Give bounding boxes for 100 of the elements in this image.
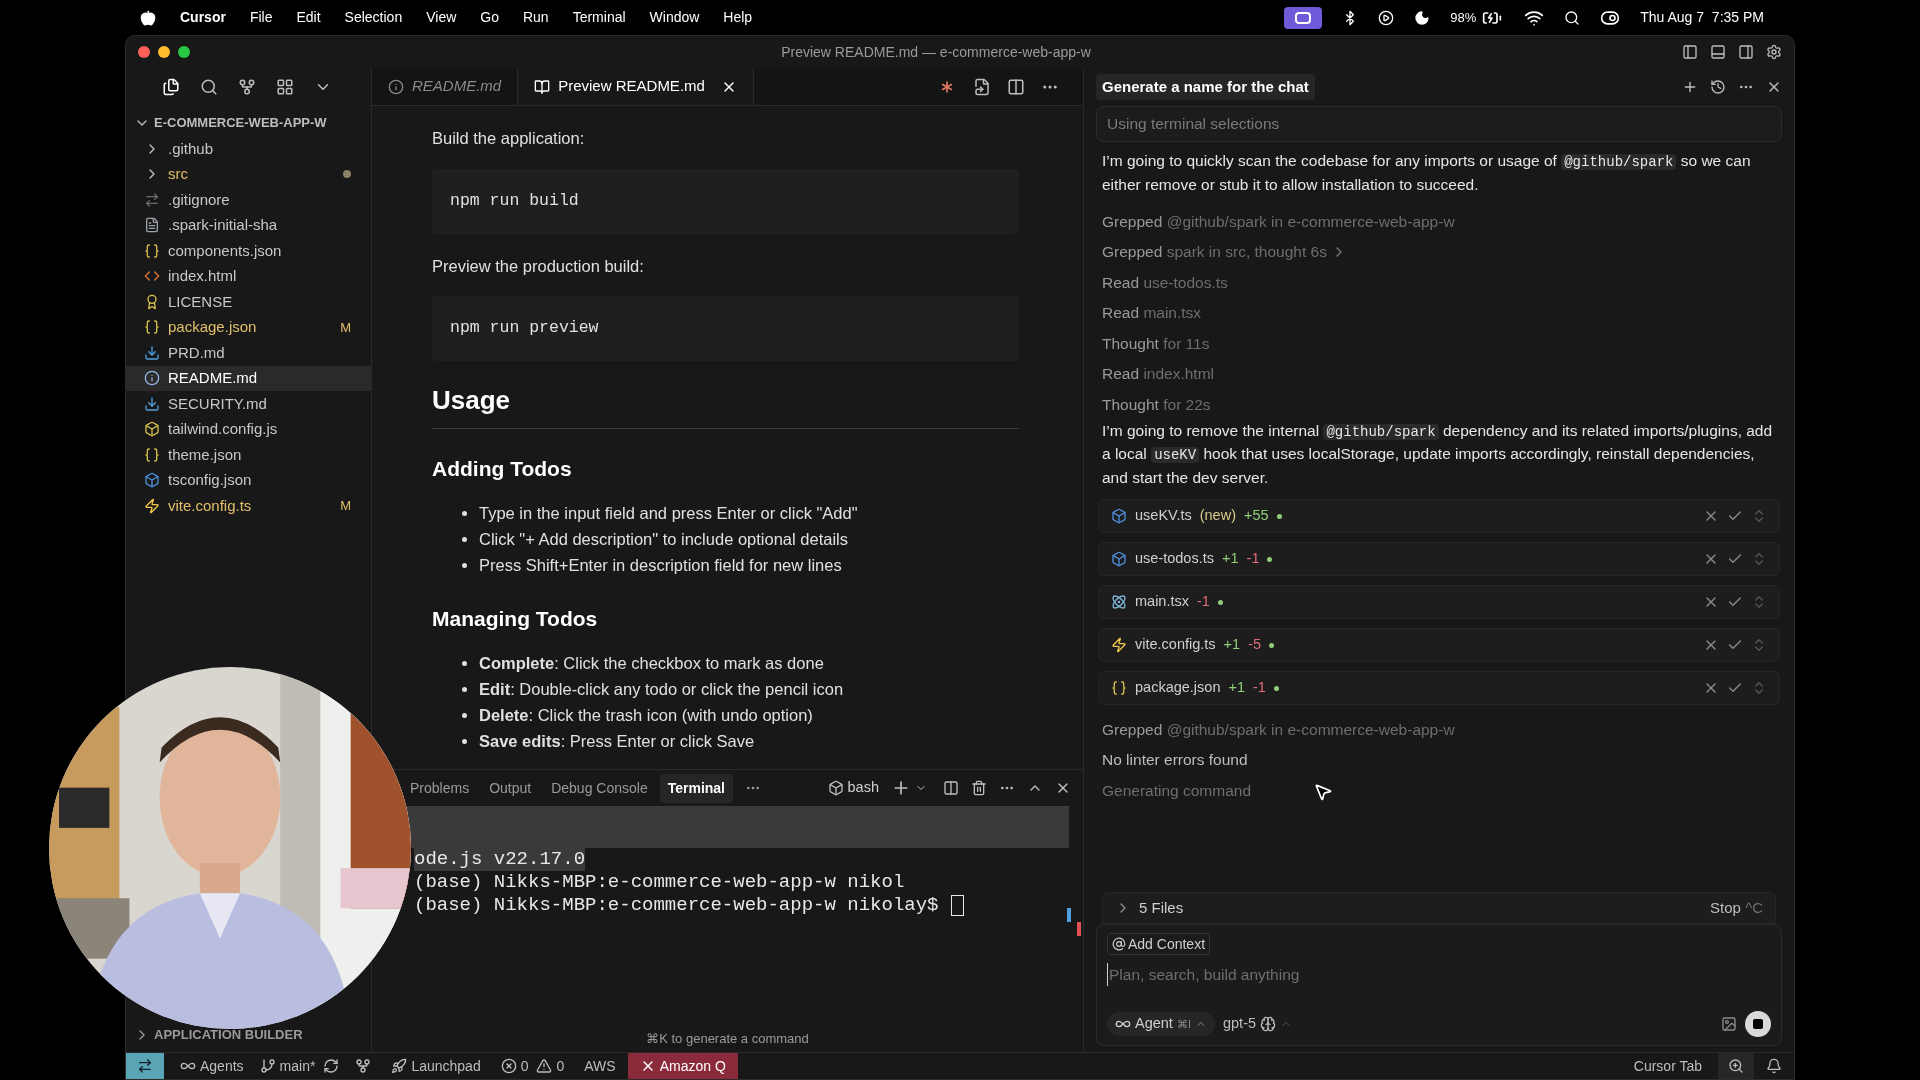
tool-step[interactable]: Read main.tsx xyxy=(1102,301,1202,325)
file-tree-item[interactable]: .github xyxy=(126,136,371,162)
close-window-button[interactable] xyxy=(138,46,150,58)
brain-icon xyxy=(1260,1016,1277,1032)
tool-step[interactable]: Grepped spark in src, thought 6s xyxy=(1102,240,1327,264)
bell-icon[interactable] xyxy=(1766,1058,1782,1074)
menu-item[interactable]: Window xyxy=(649,7,700,28)
menu-item[interactable]: Help xyxy=(723,7,753,28)
file-tree-item[interactable]: theme.json xyxy=(126,442,371,468)
panel-left-icon[interactable] xyxy=(1682,44,1698,60)
prompt-field[interactable]: Plan, search, build anything xyxy=(1107,963,1771,987)
new-chat-icon[interactable] xyxy=(1682,79,1698,95)
paragraph: Build the application: xyxy=(432,128,586,149)
scroll-marker xyxy=(1067,908,1071,922)
open-source-icon[interactable] xyxy=(973,77,991,96)
split-terminal-icon[interactable] xyxy=(943,780,959,796)
file-tree-item[interactable]: package.json M xyxy=(126,314,371,340)
launchpad-item[interactable]: Launchpad xyxy=(391,1055,481,1077)
file-tree-item[interactable]: tsconfig.json xyxy=(126,467,371,493)
file-change-card[interactable]: main.tsx -1 xyxy=(1098,585,1780,619)
shell-selector[interactable]: bash xyxy=(847,777,879,799)
app-menu[interactable]: Cursor xyxy=(180,7,226,28)
image-icon[interactable] xyxy=(1721,1016,1737,1032)
panel-tab[interactable]: Output xyxy=(481,773,540,803)
file-tree-item[interactable]: README.md xyxy=(126,365,371,391)
cursor-tab-item[interactable]: Cursor Tab xyxy=(1633,1055,1702,1077)
aws-item[interactable]: AWS xyxy=(584,1055,616,1077)
menu-item[interactable]: Terminal xyxy=(572,7,626,28)
file-tree-item[interactable]: src xyxy=(126,161,371,187)
branch-item[interactable]: main* xyxy=(259,1055,316,1077)
tool-step[interactable]: Grepped @github/spark in e-commerce-web-app-w xyxy=(1102,209,1455,233)
sync-icon[interactable] xyxy=(323,1058,340,1074)
menu-item[interactable]: File xyxy=(249,7,273,28)
minimize-window-button[interactable] xyxy=(158,46,170,58)
tool-step[interactable]: Thought for 11s xyxy=(1102,331,1210,355)
tool-step[interactable]: Grepped @github/spark in e-commerce-web-app-w xyxy=(1102,717,1455,741)
trash-icon[interactable] xyxy=(971,780,987,796)
file-tree-item[interactable]: vite.config.ts M xyxy=(126,493,371,519)
file-tree-item[interactable]: .spark-initial-sha xyxy=(126,212,371,238)
section-header[interactable]: APPLICATION BUILDER xyxy=(126,1022,371,1048)
file-change-card[interactable]: package.json +1 -1 xyxy=(1098,671,1780,705)
add-context-button[interactable]: Add Context xyxy=(1107,933,1211,955)
search-icon[interactable] xyxy=(1564,9,1581,26)
stop-button[interactable]: Stop ^C xyxy=(1710,896,1763,920)
graph-icon[interactable] xyxy=(355,1058,372,1074)
remote-button[interactable] xyxy=(126,1053,164,1079)
menu-item[interactable]: View xyxy=(426,7,457,28)
menu-item[interactable]: Run xyxy=(522,7,549,28)
tool-step[interactable]: Read use-todos.ts xyxy=(1102,270,1228,294)
stop-generation-button[interactable] xyxy=(1745,1011,1771,1037)
screen-share-icon[interactable] xyxy=(1284,6,1323,29)
extensions-icon[interactable] xyxy=(276,78,294,96)
play-icon[interactable] xyxy=(1378,9,1395,26)
files-bar[interactable]: 5 Files Stop ^C xyxy=(1102,892,1776,924)
list-item: Delete: Click the trash icon (with undo option) xyxy=(479,704,813,726)
window-title: Preview README.md — e-commerce-web-app-w xyxy=(781,42,1091,62)
file-tree-item[interactable]: SECURITY.md xyxy=(126,391,371,417)
panel-tab[interactable]: Debug Console xyxy=(543,773,656,803)
editor-tab[interactable]: README.md xyxy=(372,68,519,105)
file-tree-item[interactable]: LICENSE xyxy=(126,289,371,315)
split-editor-icon[interactable] xyxy=(1007,77,1025,96)
model-selector[interactable]: gpt-5 xyxy=(1222,1013,1293,1035)
explorer-icon[interactable] xyxy=(162,78,180,96)
problems-item[interactable]: 0 0 xyxy=(500,1055,565,1077)
file-tree-item[interactable]: index.html xyxy=(126,263,371,289)
agents-item[interactable]: Agents xyxy=(180,1055,244,1077)
menu-item[interactable]: Selection xyxy=(344,7,403,28)
mode-selector[interactable]: Agent ⌘I xyxy=(1107,1012,1215,1036)
file-change-card[interactable]: use-todos.ts +1 -1 xyxy=(1098,542,1780,576)
file-tree-item[interactable]: components.json xyxy=(126,238,371,264)
settings-icon[interactable] xyxy=(1766,44,1782,60)
panel-right-icon[interactable] xyxy=(1738,44,1754,60)
file-tree-item[interactable]: tailwind.config.js xyxy=(126,416,371,442)
paragraph: Preview the production build: xyxy=(432,255,645,277)
battery-percent: 98% xyxy=(1450,8,1477,27)
explorer-root[interactable]: E-COMMERCE-WEB-APP-W xyxy=(126,110,371,136)
info-icon xyxy=(388,78,404,95)
file-change-card[interactable]: useKV.ts (new) +55 xyxy=(1098,499,1780,533)
zoom-window-button[interactable] xyxy=(178,46,190,58)
arrow-down-icon xyxy=(144,344,160,361)
apple-icon[interactable] xyxy=(140,9,156,26)
file-tree-item[interactable]: .gitignore xyxy=(126,187,371,213)
tool-step[interactable]: Thought for 22s xyxy=(1102,392,1211,416)
source-control-icon[interactable] xyxy=(238,78,256,96)
chat-title[interactable]: Generate a name for the chat xyxy=(1096,73,1315,101)
panel-bottom-icon[interactable] xyxy=(1710,44,1726,60)
menu-item[interactable]: Edit xyxy=(296,7,321,28)
amazon-q-item[interactable]: Amazon Q xyxy=(627,1053,738,1079)
tool-step[interactable]: Read index.html xyxy=(1102,362,1215,386)
panel-tab[interactable]: Terminal xyxy=(659,773,733,803)
atom-icon xyxy=(1111,594,1127,610)
scroll-marker xyxy=(1077,922,1081,936)
file-tree-item[interactable]: PRD.md xyxy=(126,340,371,366)
history-icon[interactable] xyxy=(1710,79,1726,95)
menu-item[interactable]: Go xyxy=(480,7,499,28)
search-icon[interactable] xyxy=(200,78,218,96)
moon-icon[interactable] xyxy=(1414,9,1431,26)
zoom-button[interactable] xyxy=(1718,1053,1754,1079)
panel-tab[interactable]: Problems xyxy=(402,773,478,803)
file-change-card[interactable]: vite.config.ts +1 -5 xyxy=(1098,628,1780,662)
